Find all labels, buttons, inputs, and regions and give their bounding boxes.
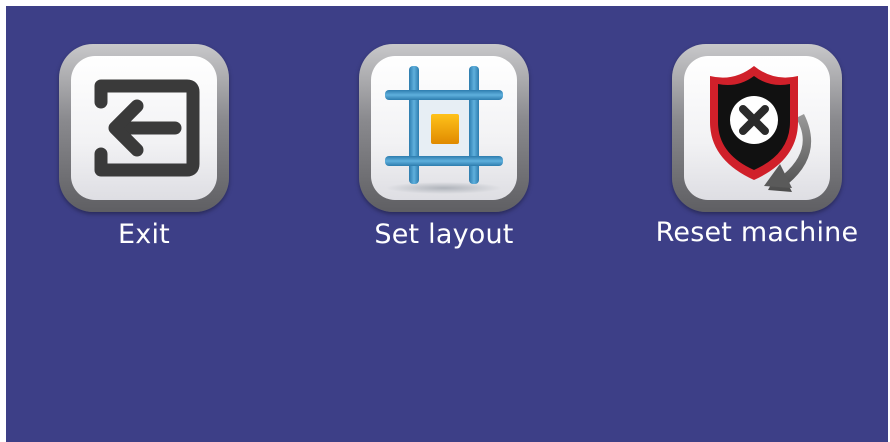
menu-screen: Exit Set layout Reset machine	[6, 6, 888, 442]
reset-icon-face[interactable]	[684, 56, 830, 200]
exit-icon-face[interactable]	[71, 56, 217, 200]
set-layout-label: Set layout	[374, 219, 514, 250]
reset-machine-label: Reset machine	[655, 217, 859, 248]
reset-machine-button[interactable]: Reset machine	[642, 44, 872, 250]
set-layout-button[interactable]: Set layout	[354, 44, 534, 252]
exit-icon-frame[interactable]	[59, 44, 229, 212]
exit-button[interactable]: Exit	[54, 44, 234, 252]
layout-icon-frame[interactable]	[359, 44, 529, 212]
layout-icon-face[interactable]	[371, 56, 517, 200]
reset-shield-icon	[710, 66, 812, 192]
exit-label: Exit	[118, 219, 170, 250]
reset-icon-frame[interactable]	[672, 44, 842, 212]
exit-icon	[94, 79, 200, 177]
layout-icon	[385, 66, 503, 194]
